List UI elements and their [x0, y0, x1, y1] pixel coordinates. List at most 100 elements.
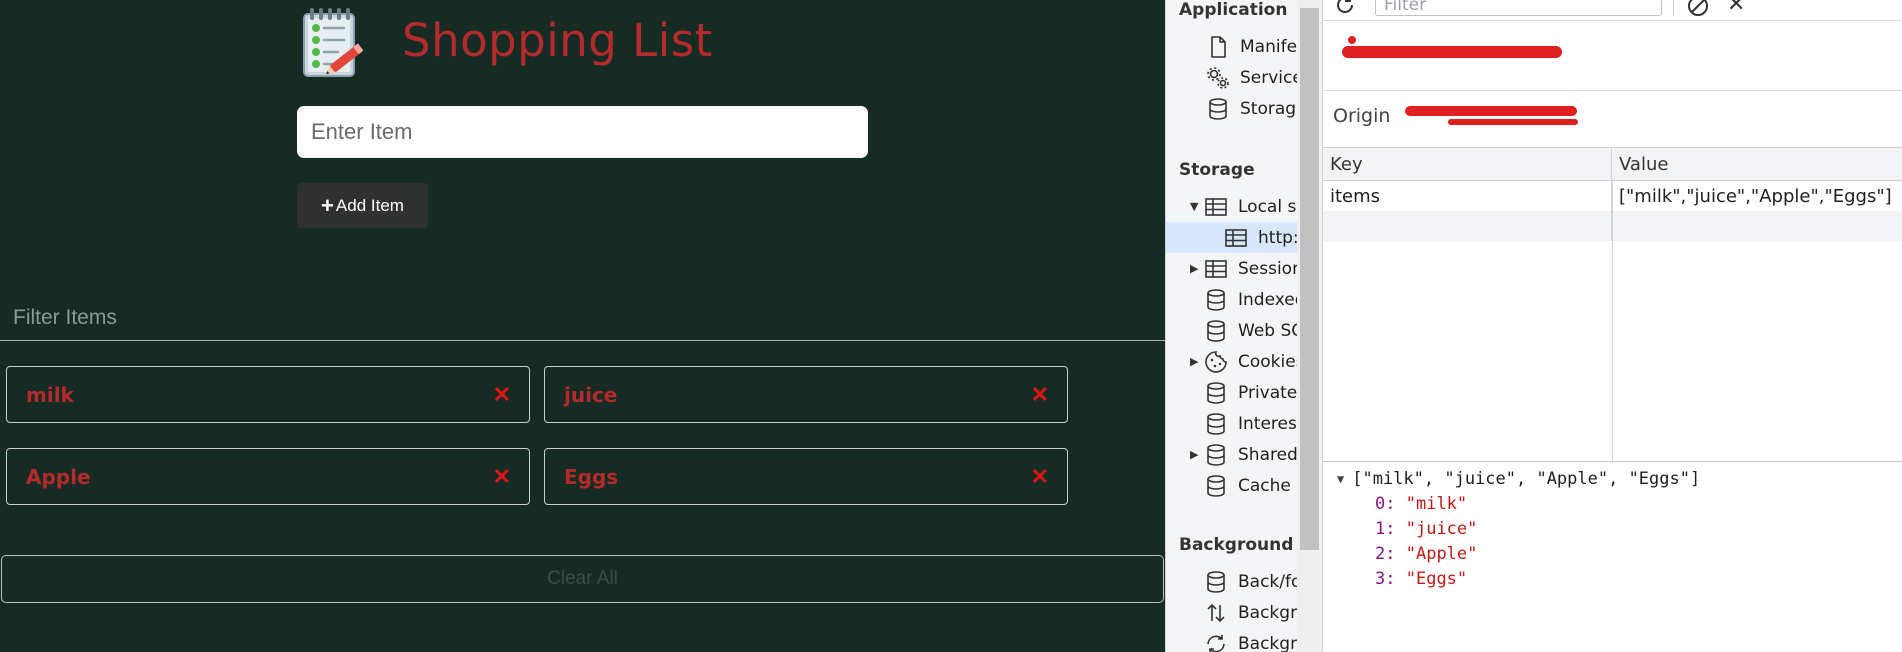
preview-entry: 1: "juice": [1375, 518, 1478, 539]
item-list: milk ✕ juice ✕ Apple ✕ Eggs ✕: [6, 366, 1068, 505]
preview-entry: 2: "Apple": [1375, 543, 1478, 564]
preview-index: 2: [1375, 543, 1386, 564]
preview-index: 1: [1375, 518, 1386, 539]
section-storage: Storage: [1179, 160, 1255, 180]
row-value[interactable]: [1612, 211, 1902, 241]
sidebar-item-label: Cache storage: [1238, 475, 1297, 496]
delete-selected-icon[interactable]: ✕: [1727, 0, 1745, 17]
filter-input[interactable]: [0, 296, 1165, 341]
list-item: Eggs ✕: [544, 448, 1068, 505]
sidebar-item-label: IndexedDB: [1238, 289, 1297, 310]
shopping-list-app: Shopping List + Add Item milk ✕ juice ✕ …: [0, 0, 1165, 652]
sidebar-item-label: Session storage: [1238, 258, 1297, 279]
remove-item-icon[interactable]: ✕: [1031, 464, 1049, 490]
sidebar-item-label: Shared storage: [1238, 444, 1297, 465]
sidebar-item-label: Background sync: [1238, 633, 1297, 652]
database-icon: [1207, 570, 1225, 593]
remove-item-icon[interactable]: ✕: [493, 382, 511, 408]
preview-summary[interactable]: ▼ ["milk", "juice", "Apple", "Eggs"]: [1323, 466, 1902, 491]
preview-value: "Apple": [1405, 543, 1478, 564]
sidebar-item-indexeddb[interactable]: IndexedDB: [1204, 284, 1297, 315]
sidebar-item-service-workers[interactable]: Service workers: [1206, 62, 1297, 93]
database-icon: [1207, 288, 1225, 311]
sidebar-item-private-state-tokens[interactable]: Private state tokens: [1204, 377, 1297, 408]
add-item-label: Add Item: [335, 195, 404, 215]
row-key[interactable]: items: [1323, 181, 1612, 211]
sidebar-item-interest-groups[interactable]: Interest groups: [1204, 408, 1297, 439]
cookie-icon: [1205, 350, 1227, 373]
row-value[interactable]: ["milk","juice","Apple","Eggs"]: [1612, 181, 1902, 211]
value-column-header[interactable]: Value: [1612, 148, 1902, 181]
database-icon: [1207, 381, 1225, 404]
expand-arrow-icon[interactable]: ▶: [1190, 355, 1204, 368]
refresh-icon[interactable]: [1333, 0, 1357, 17]
section-application: Application: [1179, 0, 1288, 20]
item-name: Apple: [26, 464, 91, 489]
page-title: Shopping List: [402, 14, 713, 67]
expand-arrow-icon[interactable]: ▼: [1190, 200, 1204, 213]
remove-item-icon[interactable]: ✕: [1031, 382, 1049, 408]
sidebar-item-session-storage[interactable]: ▶ Session storage: [1190, 253, 1297, 284]
table-header: Key Value: [1323, 148, 1902, 181]
sidebar-item-shared-storage[interactable]: ▶ Shared storage: [1190, 439, 1297, 470]
plus-icon: +: [321, 192, 334, 218]
key-column-header[interactable]: Key: [1323, 148, 1612, 181]
sidebar-item-background-fetch[interactable]: Background fetch: [1204, 597, 1297, 628]
scrollbar-thumb[interactable]: [1300, 8, 1319, 550]
sidebar-item-background-sync[interactable]: Background sync: [1204, 628, 1297, 652]
sidebar-item-label: Background fetch: [1238, 602, 1297, 623]
sidebar-item-back-forward-cache[interactable]: Back/forward cache: [1204, 566, 1297, 597]
database-icon: [1209, 97, 1227, 120]
preview-index: 3: [1375, 568, 1386, 589]
table-icon: [1205, 259, 1227, 278]
item-input[interactable]: [297, 106, 868, 158]
preview-index: 0: [1375, 493, 1386, 514]
preview-entry: 0: "milk": [1375, 493, 1468, 514]
list-item: Apple ✕: [6, 448, 530, 505]
collapse-triangle-icon[interactable]: ▼: [1337, 472, 1344, 486]
remove-item-icon[interactable]: ✕: [493, 464, 511, 490]
sidebar-item-cookies[interactable]: ▶ Cookies: [1190, 346, 1297, 377]
add-item-button[interactable]: + Add Item: [297, 183, 428, 228]
database-icon: [1207, 412, 1225, 435]
sidebar-item-label: Manifest: [1240, 36, 1297, 57]
column-divider: [1612, 181, 1613, 463]
storage-toolbar: ✕: [1323, 0, 1902, 21]
redaction-mark: [1348, 36, 1356, 44]
file-icon: [1211, 35, 1226, 58]
sidebar-item-label: Interest groups: [1238, 413, 1297, 434]
preview-value: "Eggs": [1405, 568, 1468, 589]
application-sidebar: Application Manifest Service workers Sto…: [1166, 0, 1297, 652]
redaction-mark: [1405, 106, 1577, 116]
database-icon: [1207, 319, 1225, 342]
devtools-panel: Application Manifest Service workers Sto…: [1165, 0, 1902, 652]
sidebar-item-label: Storage: [1240, 98, 1297, 119]
sidebar-item-label: Service workers: [1240, 67, 1297, 88]
sidebar-item-storage[interactable]: Storage: [1206, 93, 1297, 124]
expand-arrow-icon[interactable]: ▶: [1190, 448, 1204, 461]
sidebar-item-web-sql[interactable]: Web SQL: [1204, 315, 1297, 346]
preview-entry: 3: "Eggs": [1375, 568, 1468, 589]
gears-icon: [1207, 66, 1229, 89]
row-key[interactable]: [1323, 211, 1612, 241]
clear-all-block-icon[interactable]: [1686, 0, 1710, 18]
sidebar-item-cache-storage[interactable]: Cache storage: [1204, 470, 1297, 501]
updown-arrows-icon: [1207, 603, 1225, 622]
value-preview: ▼ ["milk", "juice", "Apple", "Eggs"] 0: "…: [1323, 466, 1902, 591]
database-icon: [1207, 443, 1225, 466]
sidebar-item-local-storage[interactable]: ▼ Local storage: [1190, 191, 1297, 222]
toolbar-separator: [1673, 0, 1674, 16]
sync-icon: [1207, 634, 1225, 652]
list-item: juice ✕: [544, 366, 1068, 423]
checklist-notepad-icon: [303, 8, 364, 77]
redaction-mark: [1342, 46, 1562, 58]
storage-filter-input[interactable]: [1375, 0, 1662, 16]
sidebar-item-local-origin[interactable]: http://: [1166, 222, 1297, 253]
database-icon: [1207, 474, 1225, 497]
clear-all-button[interactable]: Clear All: [1, 555, 1164, 603]
sidebar-scrollbar[interactable]: [1297, 0, 1322, 652]
storage-table: Key Value items ["milk","juice","Apple",…: [1323, 147, 1902, 463]
redaction-mark: [1448, 119, 1578, 125]
expand-arrow-icon[interactable]: ▶: [1190, 262, 1204, 275]
sidebar-item-manifest[interactable]: Manifest: [1206, 31, 1297, 62]
